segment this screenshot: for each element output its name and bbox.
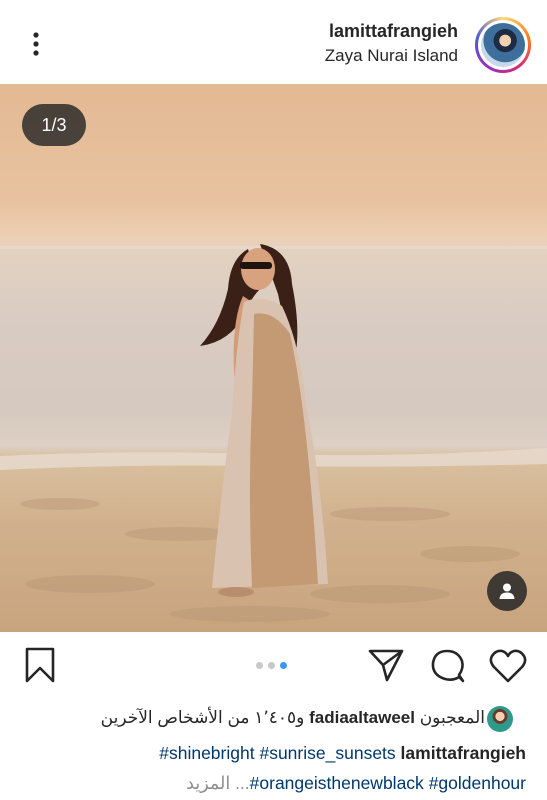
more-options-icon[interactable] xyxy=(24,30,48,58)
caption-ellipsis: ... xyxy=(235,773,250,793)
post-header: lamittafrangieh Zaya Nurai Island xyxy=(0,0,547,84)
profile-avatar[interactable] xyxy=(475,17,531,73)
bookmark-icon[interactable] xyxy=(24,647,56,688)
carousel-dots xyxy=(256,662,287,670)
hashtag-link[interactable]: #goldenhour xyxy=(429,773,526,793)
post-location[interactable]: Zaya Nurai Island xyxy=(325,46,458,66)
post-image[interactable] xyxy=(0,84,547,632)
likes-prefix: المعجبون xyxy=(419,708,485,727)
carousel-counter: 1/3 xyxy=(22,104,86,146)
avatar-photo xyxy=(481,23,525,67)
post-username[interactable]: lamittafrangieh xyxy=(329,21,458,42)
hashtag-link[interactable]: #sunrise_sunsets xyxy=(259,743,395,763)
liker-username[interactable]: fadiaaltaweel xyxy=(309,708,415,727)
likes-summary[interactable]: و١٬٤٠٥ من الأشخاص الآخرين fadiaaltaweel … xyxy=(101,708,485,728)
carousel-dot xyxy=(256,662,263,669)
avatar-ring xyxy=(478,20,528,70)
instagram-post: lamittafrangieh Zaya Nurai Island 1/3 و١… xyxy=(0,0,547,800)
likes-suffix: و١٬٤٠٥ من الأشخاص الآخرين xyxy=(100,708,305,727)
woman-figure xyxy=(200,244,328,597)
send-icon[interactable] xyxy=(368,648,404,687)
heart-icon[interactable] xyxy=(489,649,527,688)
comment-icon[interactable] xyxy=(430,648,466,689)
caption-username[interactable]: lamittafrangieh xyxy=(401,743,526,763)
caption-line-1: #shinebright #sunrise_sunsets lamittafra… xyxy=(159,743,526,764)
caption-more-link[interactable]: المزيد xyxy=(186,773,230,793)
beach-photo-illustration xyxy=(0,244,547,622)
carousel-dot-active xyxy=(280,662,287,669)
hashtag-link[interactable]: #shinebright xyxy=(159,743,254,763)
hashtag-link[interactable]: #orangeisthenewblack xyxy=(250,773,424,793)
user-tag-icon[interactable] xyxy=(487,571,527,611)
liker-avatar[interactable] xyxy=(487,706,513,732)
carousel-dot xyxy=(268,662,275,669)
caption-line-2: المزيد ...#orangeisthenewblack #goldenho… xyxy=(186,773,526,794)
